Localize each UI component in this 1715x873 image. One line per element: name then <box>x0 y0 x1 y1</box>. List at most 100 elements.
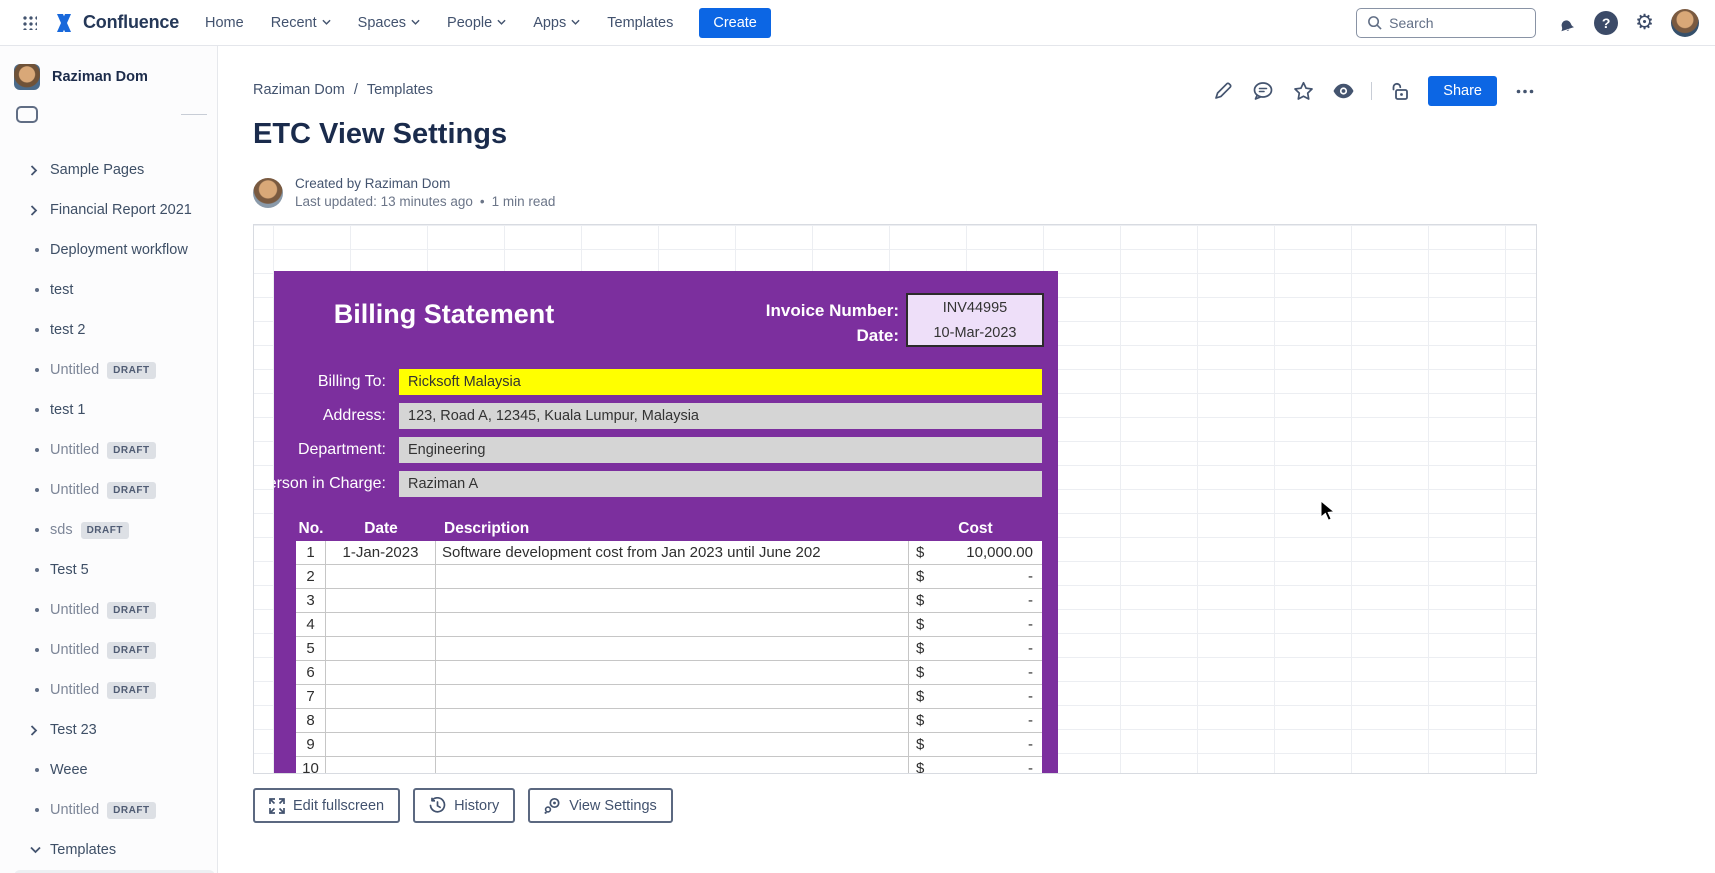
unlocked-padlock-icon[interactable] <box>1388 79 1412 103</box>
sidebar: Raziman Dom Sample Pages Financial Repor… <box>0 46 218 873</box>
sidebar-item-deployment-workflow[interactable]: Deployment workflow <box>0 230 217 270</box>
nav-apps[interactable]: Apps <box>533 15 580 31</box>
chevron-down-icon <box>571 19 580 26</box>
cell-no: 2 <box>296 565 326 588</box>
settings-gear-icon[interactable]: ⚙ <box>1635 12 1654 33</box>
bullet-icon <box>30 328 50 332</box>
draft-badge: DRAFT <box>107 482 155 499</box>
field-label: Person in Charge: <box>274 471 386 497</box>
watch-eye-icon[interactable] <box>1331 79 1355 103</box>
table-row: 4 $- <box>296 613 1042 637</box>
column-header-description: Description <box>444 517 529 541</box>
bullet-icon <box>30 768 50 772</box>
share-button[interactable]: Share <box>1428 76 1497 106</box>
sidebar-item-sample-pages[interactable]: Sample Pages <box>0 150 217 190</box>
chevron-down-icon <box>322 19 331 26</box>
star-icon[interactable] <box>1291 79 1315 103</box>
cell-cost: $- <box>909 685 1042 708</box>
byline: Created by Raziman Dom Last updated: 13 … <box>253 176 555 209</box>
table-row: 10 $- <box>296 757 1042 774</box>
nav-templates[interactable]: Templates <box>607 15 673 31</box>
author-avatar[interactable] <box>253 178 283 208</box>
sidebar-item-untitled-draft[interactable]: Untitled DRAFT <box>0 590 217 630</box>
invoice-box: INV44995 10-Mar-2023 <box>906 293 1044 347</box>
history-icon <box>429 797 446 814</box>
edit-fullscreen-button[interactable]: Edit fullscreen <box>253 788 400 823</box>
user-avatar[interactable] <box>1671 9 1699 37</box>
field-value: 123, Road A, 12345, Kuala Lumpur, Malays… <box>399 403 1042 429</box>
invoice-number-label: Invoice Number: <box>654 298 899 323</box>
page-toolbar: Share <box>1211 76 1537 106</box>
sidebar-item-templates[interactable]: Templates <box>0 830 217 870</box>
sidebar-item-sds-draft[interactable]: sds DRAFT <box>0 510 217 550</box>
chevron-right-icon <box>30 205 50 216</box>
cell-no: 9 <box>296 733 326 756</box>
bullet-icon <box>30 448 50 452</box>
edit-icon[interactable] <box>1211 79 1235 103</box>
cell-date <box>326 589 436 612</box>
breadcrumb: Raziman Dom / Templates <box>253 82 433 98</box>
sidebar-item-untitled-draft[interactable]: Untitled DRAFT <box>0 790 217 830</box>
nav-people[interactable]: People <box>447 15 506 31</box>
column-header-cost: Cost <box>909 517 1042 541</box>
cell-no: 8 <box>296 709 326 732</box>
cell-cost: $- <box>909 613 1042 636</box>
sidebar-item-test-5[interactable]: Test 5 <box>0 550 217 590</box>
table-row: 1 1-Jan-2023 Software development cost f… <box>296 541 1042 565</box>
sidebar-item-untitled-draft[interactable]: Untitled DRAFT <box>0 430 217 470</box>
confluence-logo-icon <box>52 12 76 34</box>
breadcrumb-space[interactable]: Raziman Dom <box>253 82 345 98</box>
help-icon[interactable]: ? <box>1594 11 1618 35</box>
sidebar-item-untitled-draft[interactable]: Untitled DRAFT <box>0 470 217 510</box>
statement-title: Billing Statement <box>314 299 574 330</box>
cell-date <box>326 637 436 660</box>
sidebar-item-test-1[interactable]: test 1 <box>0 390 217 430</box>
bullet-icon <box>30 528 50 532</box>
brand-name: Confluence <box>83 12 179 33</box>
view-settings-button[interactable]: View Settings <box>528 788 673 823</box>
chevron-down-icon <box>497 19 506 26</box>
table-row: 7 $- <box>296 685 1042 709</box>
partial-page-item <box>0 104 217 132</box>
billing-statement: Billing Statement Invoice Number: Date: … <box>274 271 1058 774</box>
sidebar-item-test-23[interactable]: Test 23 <box>0 710 217 750</box>
breadcrumb-parent[interactable]: Templates <box>367 82 433 98</box>
app-switcher-icon[interactable] <box>16 9 44 37</box>
nav-home[interactable]: Home <box>205 15 244 31</box>
nav-spaces[interactable]: Spaces <box>358 15 420 31</box>
draft-badge: DRAFT <box>107 682 155 699</box>
bullet-icon <box>30 408 50 412</box>
more-actions-icon[interactable] <box>1513 79 1537 103</box>
confluence-app: Confluence Home Recent Spaces People App… <box>0 0 1715 873</box>
cell-cost: $- <box>909 565 1042 588</box>
sidebar-item-untitled-draft[interactable]: Untitled DRAFT <box>0 670 217 710</box>
last-updated[interactable]: Last updated: 13 minutes ago <box>295 194 473 209</box>
sidebar-item-untitled-draft[interactable]: Untitled DRAFT <box>0 350 217 390</box>
history-button[interactable]: History <box>413 788 515 823</box>
nav-recent[interactable]: Recent <box>271 15 331 31</box>
chevron-right-icon <box>30 725 50 736</box>
sidebar-item-test[interactable]: test <box>0 270 217 310</box>
cell-cost: $- <box>909 589 1042 612</box>
sidebar-item-weee[interactable]: Weee <box>0 750 217 790</box>
space-header[interactable]: Raziman Dom <box>0 46 217 104</box>
sidebar-item-test-2[interactable]: test 2 <box>0 310 217 350</box>
cell-cost: $10,000.00 <box>909 541 1042 564</box>
comment-icon[interactable] <box>1251 79 1275 103</box>
cell-date <box>326 565 436 588</box>
cell-date <box>326 661 436 684</box>
sidebar-item-financial-report-2021[interactable]: Financial Report 2021 <box>0 190 217 230</box>
grid-dots-icon <box>23 16 37 30</box>
notifications-bell-icon[interactable] <box>1553 11 1577 35</box>
search-icon <box>1367 15 1382 30</box>
page-outline-icon <box>16 106 38 123</box>
bullet-icon <box>30 688 50 692</box>
cell-description <box>436 661 909 684</box>
sidebar-item-untitled-draft[interactable]: Untitled DRAFT <box>0 630 217 670</box>
search-input[interactable] <box>1389 15 1509 31</box>
cell-description <box>436 685 909 708</box>
search-box[interactable] <box>1356 8 1536 38</box>
space-avatar <box>14 64 40 90</box>
confluence-brand[interactable]: Confluence <box>52 12 179 34</box>
create-button[interactable]: Create <box>699 8 771 38</box>
